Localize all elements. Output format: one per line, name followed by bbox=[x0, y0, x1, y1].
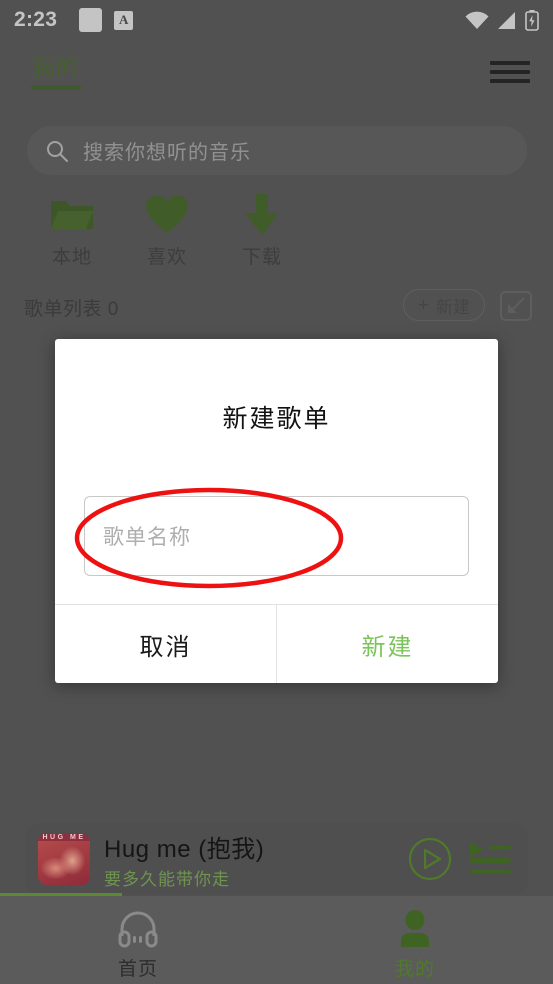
bottom-nav: 首页 我的 bbox=[0, 896, 553, 984]
nav-item-home-label: 首页 bbox=[117, 959, 158, 980]
confirm-create-button[interactable]: 新建 bbox=[277, 605, 498, 683]
now-playing-title: Hug me (抱我) bbox=[104, 835, 265, 863]
now-playing-subtitle: 要多久能带你走 bbox=[104, 869, 230, 889]
dialog-title: 新建歌单 bbox=[222, 405, 331, 433]
new-playlist-dialog: 新建歌单 歌单名称 取消 新建 bbox=[55, 339, 498, 683]
mini-player-text: Hug me (抱我) 要多久能带你走 bbox=[104, 829, 408, 890]
playlist-name-input[interactable]: 歌单名称 bbox=[84, 496, 469, 576]
album-art: HUG ME bbox=[38, 833, 90, 885]
nav-item-home[interactable]: 首页 bbox=[78, 906, 198, 981]
playlist-name-placeholder: 歌单名称 bbox=[103, 526, 191, 549]
person-icon bbox=[355, 906, 475, 952]
mini-player[interactable]: HUG ME Hug me (抱我) 要多久能带你走 bbox=[26, 823, 528, 895]
app-root: 2:23 A 我的 搜索你想听的音乐 本地 喜欢 下载 歌单列表 0 + 新建 … bbox=[0, 0, 553, 984]
nav-item-mine[interactable]: 我的 bbox=[355, 906, 475, 981]
album-art-text: HUG ME bbox=[42, 834, 86, 841]
nav-item-mine-label: 我的 bbox=[394, 959, 435, 980]
cancel-button[interactable]: 取消 bbox=[55, 605, 276, 683]
playlist-queue-icon[interactable] bbox=[468, 839, 512, 879]
headphones-icon bbox=[78, 906, 198, 952]
play-circle-icon[interactable] bbox=[408, 837, 452, 881]
